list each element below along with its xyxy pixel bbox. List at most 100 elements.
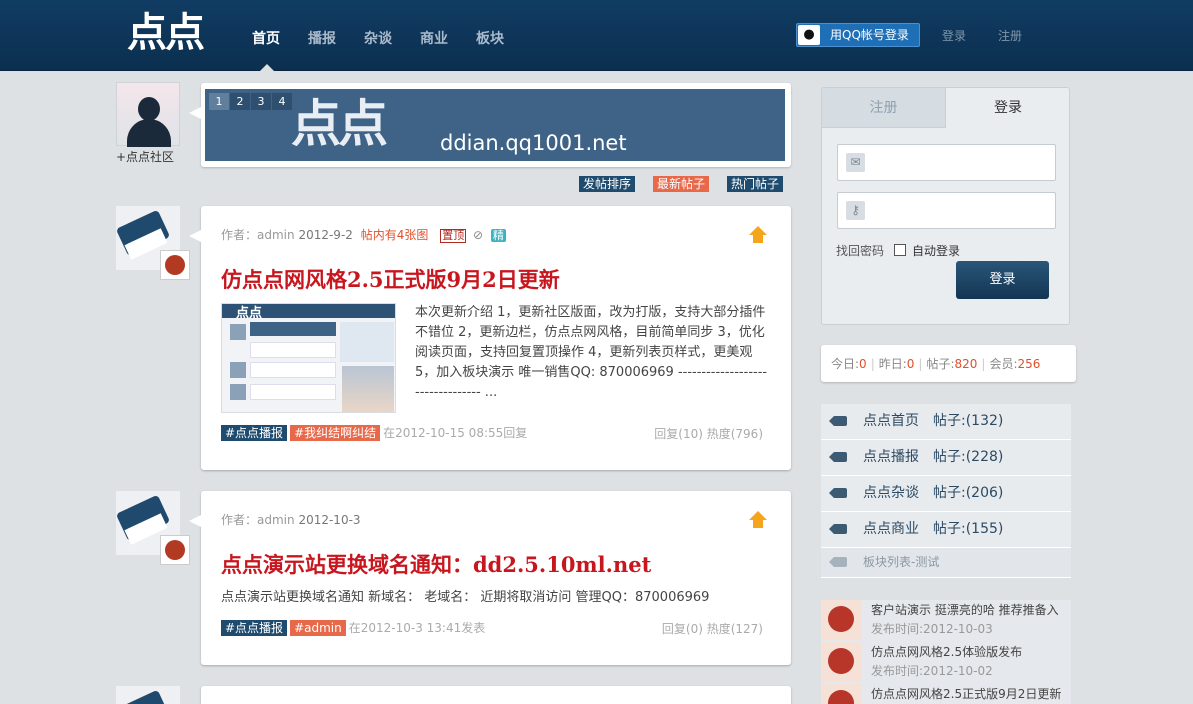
face-shape: [828, 648, 854, 674]
login-panel: 注册 登录 ✉ ⚷ 找回密码 自动登录 登录: [821, 87, 1070, 325]
sticky-badge: 置顶: [440, 229, 467, 243]
tag-link[interactable]: #点点播报: [221, 619, 288, 636]
slide-3[interactable]: 3: [251, 93, 271, 110]
arrow-shape: [753, 234, 763, 243]
section-list: 点点首页 帖子:(132) 点点播报 帖子:(228) 点点杂谈 帖子:(206) 点…: [821, 404, 1071, 578]
tab-register[interactable]: 注册: [822, 88, 946, 128]
post-card: 作者：admin 2012-10-3 点点演示站更换域名通知：dd2.5.10m…: [189, 491, 791, 665]
slide-1[interactable]: 1: [209, 93, 229, 110]
post-title[interactable]: 点点演示站更换域名通知：dd2.5.10ml.net: [221, 549, 651, 579]
recent-posts: 客户站演示 挺漂亮的哈 推荐推备入 发布时间:2012-10-03 仿点点网风格…: [821, 600, 1071, 704]
post-date: 2012-9-2: [298, 228, 353, 242]
section-name: 点点杂谈: [863, 485, 919, 501]
post-date: 2012-10-3: [298, 513, 361, 527]
password-field[interactable]: ⚷: [837, 192, 1056, 229]
nav-chat[interactable]: 杂谈: [364, 28, 392, 71]
tag-icon: [829, 452, 847, 462]
header-register-link[interactable]: 注册: [998, 27, 1022, 44]
featured-badge: 精: [490, 229, 506, 242]
nav-boards[interactable]: 板块: [476, 28, 504, 71]
post-title[interactable]: 仿点点网风格2.5正式版9月2日更新: [221, 264, 560, 294]
key-icon: ⚷: [846, 201, 865, 220]
arrow-shape: [753, 519, 763, 528]
post-stats[interactable]: 回复(10) 热度(796): [654, 425, 763, 442]
user-mini-avatar[interactable]: [160, 250, 190, 280]
community-caption[interactable]: +点点社区: [116, 148, 174, 165]
banner-slider[interactable]: 1 2 3 4 点点 ddian.qq1001.net: [205, 89, 785, 161]
top-arrow-icon[interactable]: [749, 511, 767, 529]
post-tags: #点点播报 #admin 在2012-10-3 13:41发表: [221, 619, 485, 636]
today-count: 0: [859, 357, 867, 371]
recent-avatar: [821, 600, 861, 640]
recent-title[interactable]: 仿点点网风格2.5正式版9月2日更新: [871, 685, 1061, 702]
post-author-avatar[interactable]: [115, 491, 190, 565]
section-test-label: 板块列表-测试: [863, 555, 940, 569]
post-author[interactable]: 作者：admin: [221, 228, 295, 242]
auto-login-checkbox[interactable]: [894, 244, 906, 256]
post-author[interactable]: 作者：admin: [221, 513, 295, 527]
face-shape: [828, 606, 854, 632]
tag-icon: [829, 488, 847, 498]
slide-4[interactable]: 4: [272, 93, 292, 110]
find-password-link[interactable]: 找回密码: [836, 242, 884, 259]
sort-hot[interactable]: 热门帖子: [727, 176, 784, 192]
thumb-sidebar: [340, 322, 394, 362]
posts-label: 帖子:: [926, 357, 955, 371]
qq-login-button[interactable]: ● 用QQ帐号登录: [796, 23, 920, 47]
tag-link[interactable]: #我纠结啊纠结: [290, 424, 381, 441]
banner-url: ddian.qq1001.net: [440, 131, 627, 155]
section-item-news[interactable]: 点点播报 帖子:(228): [821, 440, 1071, 476]
yesterday-label: 昨日:: [878, 357, 907, 371]
section-item-business[interactable]: 点点商业 帖子:(155): [821, 512, 1071, 548]
tab-login[interactable]: 登录: [946, 88, 1070, 128]
slide-2[interactable]: 2: [230, 93, 250, 110]
recent-title[interactable]: 仿点点网风格2.5体验版发布: [871, 643, 1022, 660]
post-author-avatar[interactable]: [116, 686, 180, 704]
tag-link[interactable]: #admin: [290, 619, 346, 636]
section-count: 帖子:(155): [933, 521, 1004, 537]
sort-by-post[interactable]: 发帖排序: [579, 176, 636, 192]
members-count: 256: [1017, 357, 1041, 371]
post-card: [201, 686, 791, 704]
recent-item[interactable]: 仿点点网风格2.5正式版9月2日更新: [821, 684, 1071, 704]
post-author-avatar[interactable]: [115, 206, 190, 280]
qq-login-label: 用QQ帐号登录: [830, 28, 909, 42]
section-list-test[interactable]: 板块列表-测试: [821, 548, 1071, 578]
tag-icon: [829, 416, 847, 426]
section-count: 帖子:(132): [933, 413, 1004, 429]
nav-business[interactable]: 商业: [420, 28, 448, 71]
post-stats[interactable]: 回复(0) 热度(127): [662, 620, 763, 637]
recent-item[interactable]: 仿点点网风格2.5体验版发布 发布时间:2012-10-02: [821, 642, 1071, 682]
face-shape: [165, 255, 185, 275]
header-login-link[interactable]: 登录: [942, 27, 966, 44]
nav-news[interactable]: 播报: [308, 28, 336, 71]
post-thumbnail[interactable]: 点点: [221, 303, 396, 413]
login-button[interactable]: 登录: [956, 261, 1049, 299]
community-avatar[interactable]: [116, 82, 180, 147]
slide-pager: 1 2 3 4: [209, 93, 293, 110]
face-shape: [828, 690, 854, 704]
recent-item[interactable]: 客户站演示 挺漂亮的哈 推荐推备入 发布时间:2012-10-03: [821, 600, 1071, 640]
section-count: 帖子:(228): [933, 449, 1004, 465]
main-nav: 首页 播报 杂谈 商业 板块: [252, 28, 532, 71]
post-card: 作者：admin 2012-9-2 帖内有4张图 置顶 ⊘ 精 仿点点网风格2.…: [189, 206, 791, 470]
section-item-home[interactable]: 点点首页 帖子:(132): [821, 404, 1071, 440]
post-excerpt: 本次更新介绍 1，更新社区版面，改为打版，支持大部分插件不错位 2，更新边栏，仿…: [415, 305, 768, 400]
nav-home[interactable]: 首页: [252, 28, 280, 71]
recent-date: 发布时间:2012-10-03: [871, 622, 993, 636]
today-label: 今日:: [831, 357, 860, 371]
section-item-chat[interactable]: 点点杂谈 帖子:(206): [821, 476, 1071, 512]
top-arrow-icon[interactable]: [749, 226, 767, 244]
thumb-logo: 点点: [236, 306, 263, 321]
tag-link[interactable]: #点点播报: [221, 424, 288, 441]
sort-latest[interactable]: 最新帖子: [653, 176, 710, 192]
site-logo[interactable]: 点点: [127, 10, 205, 56]
recent-avatar: [821, 684, 861, 704]
divider: |: [981, 357, 986, 371]
avatar-head-shape: [138, 97, 160, 121]
recent-title[interactable]: 客户站演示 挺漂亮的哈 推荐推备入: [871, 601, 1059, 618]
auto-login-label[interactable]: 自动登录: [912, 242, 960, 259]
email-field[interactable]: ✉: [837, 144, 1056, 181]
recent-avatar: [821, 642, 861, 682]
user-mini-avatar[interactable]: [160, 535, 190, 565]
